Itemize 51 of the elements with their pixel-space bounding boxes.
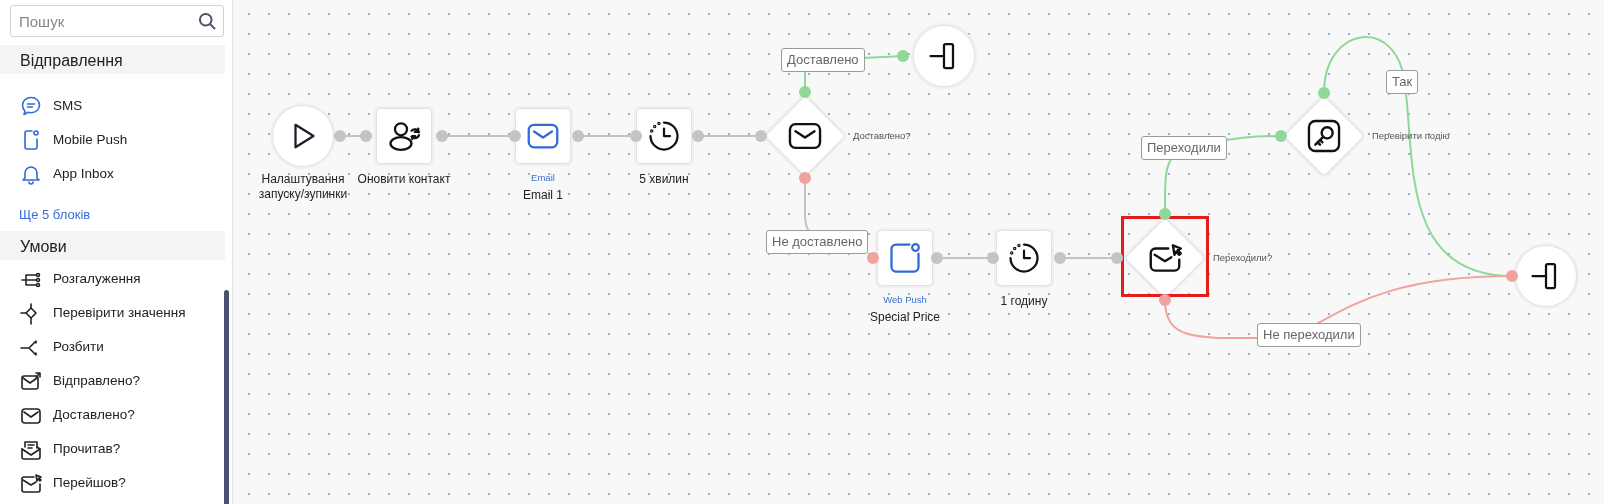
more-blocks-link[interactable]: Ще 5 блоків <box>19 205 91 225</box>
connection-port[interactable] <box>799 172 811 184</box>
circle-node[interactable] <box>272 105 334 167</box>
connection-port[interactable] <box>1159 208 1171 220</box>
timer-icon <box>1006 240 1042 276</box>
circle-node[interactable] <box>1515 245 1577 307</box>
action-node[interactable] <box>877 230 933 286</box>
action-node[interactable] <box>636 108 692 164</box>
notification-window-icon <box>887 240 923 276</box>
branch-label[interactable]: Не переходили <box>1257 323 1361 347</box>
node-label: 5 хвилин <box>639 172 689 187</box>
channel-label: Email <box>531 171 555 185</box>
timer-icon <box>646 118 682 154</box>
branch-label[interactable]: Переходили <box>1141 136 1227 160</box>
branch-label[interactable]: Доставлено <box>781 48 865 72</box>
branch-label[interactable]: Так <box>1386 70 1419 94</box>
connection-port[interactable] <box>867 252 879 264</box>
node-label: Email 1 <box>523 188 563 203</box>
connection-port[interactable] <box>1506 270 1518 282</box>
sidebar-item[interactable]: Відправлено? <box>0 364 140 399</box>
circle-node[interactable] <box>913 25 975 87</box>
chat-bubble-icon <box>19 94 43 118</box>
connection-port[interactable] <box>1159 294 1171 306</box>
section-header[interactable]: Відправлення <box>0 45 225 74</box>
sidebar-item[interactable]: Перевірити значення <box>0 296 186 331</box>
condition-label: Доставлено? <box>853 129 911 143</box>
sidebar-item[interactable]: App Inbox <box>0 157 114 191</box>
action-node[interactable] <box>376 108 432 164</box>
envelope-cursor-icon <box>19 471 43 496</box>
branch-label[interactable]: Не доставлено <box>766 230 869 254</box>
search-field[interactable]: Пошук <box>10 5 224 37</box>
sidebar-item[interactable]: Mobile Push <box>0 123 128 157</box>
sidebar-item[interactable]: Перейшов? <box>0 466 126 501</box>
action-node[interactable] <box>515 108 571 164</box>
sidebar-item[interactable]: Розбити <box>0 330 104 365</box>
action-node[interactable] <box>996 230 1052 286</box>
scrollbar[interactable] <box>224 290 229 504</box>
sidebar-item[interactable]: Доставлено? <box>0 398 135 433</box>
key-icon <box>1305 117 1343 155</box>
node-label: Оновити контакт <box>357 172 451 187</box>
channel-label: Web Push <box>883 293 927 307</box>
sidebar-item[interactable]: Розгалуження <box>0 262 141 297</box>
node-label: 1 годину <box>1000 294 1048 309</box>
search-icon <box>197 11 217 31</box>
sidebar-item[interactable]: SMS <box>0 89 83 123</box>
sidebar-item[interactable]: Прочитав? <box>0 432 121 467</box>
condition-label: Переходили? <box>1213 251 1273 265</box>
connection-port[interactable] <box>1111 252 1123 264</box>
node-label: Налаштування запуску/зупинки <box>257 172 349 202</box>
node-label: Special Price <box>870 310 940 325</box>
section-header[interactable]: Умови <box>0 230 225 260</box>
